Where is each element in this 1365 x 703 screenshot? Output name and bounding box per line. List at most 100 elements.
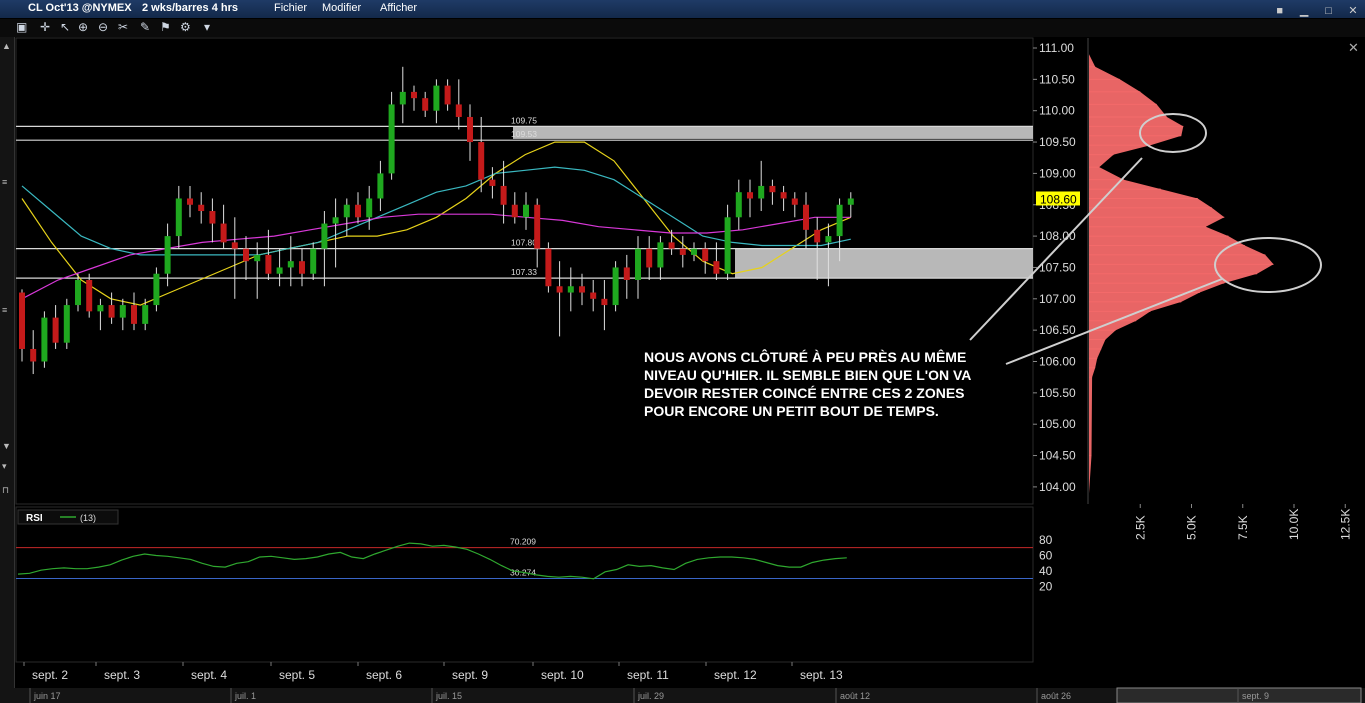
candle-body	[75, 279, 81, 306]
annotation-line: NIVEAU QU'HIER. IL SEMBLE BIEN QUE L'ON …	[644, 367, 972, 383]
candle-body	[231, 242, 238, 249]
rsi-level-label: 70.209	[510, 537, 536, 547]
navigator-label: août 26	[1041, 691, 1071, 701]
profile-x-tick-label: 7.5K	[1236, 515, 1250, 540]
candle-body	[131, 305, 137, 324]
level-label: 109.75	[511, 115, 537, 125]
candle-body	[142, 305, 149, 324]
candle-body	[467, 116, 473, 143]
candle-body	[657, 242, 664, 268]
candle-body	[153, 273, 160, 306]
candle-body	[612, 267, 619, 306]
candle-body	[366, 198, 373, 218]
annotation-line: POUR ENCORE UN PETIT BOUT DE TEMPS.	[644, 403, 939, 419]
candle-body	[668, 242, 675, 249]
x-tick-label: sept. 10	[541, 668, 584, 682]
candle-body	[780, 192, 787, 199]
y-tick-label: 111.00	[1039, 41, 1074, 55]
candle-body	[63, 305, 70, 343]
annotation-line: NOUS AVONS CLÔTURÉ À PEU PRÈS AU MÊME	[644, 349, 967, 365]
navigator-window	[1116, 687, 1362, 703]
resistance-zone	[513, 126, 1033, 139]
candle-body	[735, 192, 742, 218]
y-tick-label: 104.50	[1039, 449, 1076, 463]
candle-body	[500, 185, 507, 205]
candle-body	[19, 292, 25, 349]
x-tick-label: sept. 12	[714, 668, 757, 682]
candle-body	[713, 261, 720, 274]
candle-body	[343, 204, 350, 218]
candle-body	[478, 142, 485, 180]
candle-body	[455, 104, 462, 117]
x-tick-label: sept. 2	[32, 668, 68, 682]
resistance-zone	[735, 248, 1033, 279]
candle-body	[265, 254, 272, 274]
candle-body	[702, 248, 709, 262]
candle-body	[310, 248, 317, 274]
close-profile-icon[interactable]: ✕	[1348, 40, 1359, 55]
candle-body	[847, 198, 854, 205]
candle-body	[41, 317, 48, 362]
candle-body	[299, 261, 305, 274]
candle-body	[679, 248, 686, 255]
navigator-label: juil. 1	[234, 691, 256, 701]
candle-body	[836, 204, 843, 237]
rsi-y-tick-label: 40	[1039, 564, 1053, 578]
candle-body	[377, 173, 384, 199]
candle-body	[556, 286, 563, 293]
candle-body	[601, 298, 608, 306]
y-tick-label: 109.50	[1039, 135, 1076, 149]
y-tick-label: 109.00	[1039, 166, 1076, 180]
candle-body	[108, 305, 115, 318]
rsi-y-tick-label: 80	[1039, 533, 1053, 547]
candle-body	[747, 192, 753, 199]
candle-body	[590, 292, 597, 299]
level-label: 107.33	[511, 267, 537, 277]
profile-x-tick-label: 12.5K	[1338, 509, 1352, 540]
candle-body	[332, 217, 339, 224]
x-tick-label: sept. 9	[452, 668, 488, 682]
candle-body	[119, 305, 126, 318]
navigator-label: sept. 9	[1242, 691, 1269, 701]
candle-body	[769, 185, 776, 193]
candle-body	[198, 204, 205, 212]
candle-body	[758, 185, 765, 199]
candle-body	[276, 267, 283, 274]
x-tick-label: sept. 13	[800, 668, 843, 682]
candle-body	[287, 261, 294, 268]
candle-body	[321, 223, 328, 249]
x-tick-label: sept. 5	[279, 668, 315, 682]
candle-body	[444, 85, 451, 105]
rsi-y-tick-label: 60	[1039, 549, 1053, 563]
candle-body	[433, 85, 440, 111]
level-label: 109.53	[511, 129, 537, 139]
navigator-label: juil. 29	[637, 691, 664, 701]
profile-x-tick-label: 2.5K	[1133, 515, 1147, 540]
candle-body	[254, 254, 261, 262]
candle-body	[646, 248, 653, 268]
x-tick-label: sept. 6	[366, 668, 402, 682]
candle-body	[399, 91, 406, 105]
candle-body	[355, 204, 361, 218]
candle-body	[791, 198, 798, 205]
candle-body	[803, 204, 809, 230]
candle-body	[623, 267, 630, 280]
candle-body	[422, 98, 429, 111]
y-tick-label: 106.50	[1039, 323, 1076, 337]
annotation-line: DEVOIR RESTER COINCÉ ENTRE CES 2 ZONES	[644, 385, 965, 401]
y-tick-label: 104.00	[1039, 480, 1076, 494]
x-tick-label: sept. 4	[191, 668, 227, 682]
candle-body	[86, 279, 93, 312]
y-tick-label: 105.50	[1039, 386, 1076, 400]
x-tick-label: sept. 3	[104, 668, 140, 682]
candle-body	[511, 204, 518, 218]
annotation-text: NOUS AVONS CLÔTURÉ À PEU PRÈS AU MÊME NI…	[644, 348, 1004, 420]
y-tick-label: 105.00	[1039, 417, 1076, 431]
candle-body	[635, 248, 641, 280]
candle-body	[175, 198, 182, 237]
candle-body	[243, 248, 249, 262]
profile-x-tick-label: 10.0K	[1287, 509, 1301, 540]
candle-body	[220, 223, 227, 243]
candle-body	[52, 317, 59, 343]
candle-body	[30, 348, 37, 362]
